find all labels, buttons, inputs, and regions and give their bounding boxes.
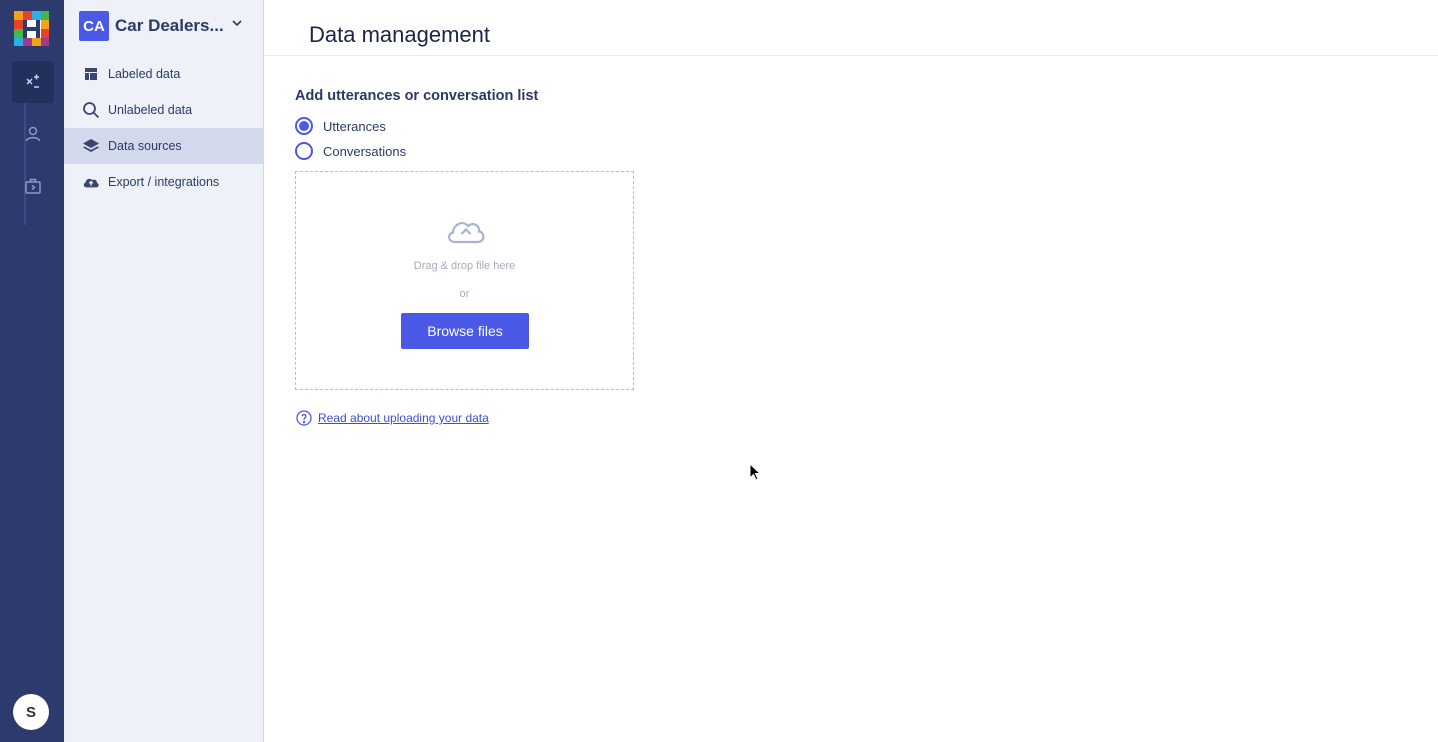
browse-files-button[interactable]: Browse files bbox=[401, 313, 529, 349]
briefcase-icon bbox=[25, 178, 41, 194]
page-header: Data management bbox=[264, 0, 1438, 56]
labeled-data-icon bbox=[85, 68, 97, 80]
hellohive-logo[interactable] bbox=[14, 11, 49, 46]
app-rail: S bbox=[0, 0, 64, 742]
users-rail-button[interactable] bbox=[12, 113, 54, 155]
project-sidebar: CA Car Dealers... Labeled data Unlabeled… bbox=[64, 0, 264, 742]
page-title: Data management bbox=[309, 22, 490, 47]
or-text: or bbox=[459, 288, 470, 300]
deploy-rail-button[interactable] bbox=[12, 165, 54, 207]
sidebar-nav: Labeled data Unlabeled data Data sources… bbox=[64, 56, 264, 200]
avatar-initial: S bbox=[25, 703, 36, 721]
cloud-upload-icon bbox=[448, 222, 485, 244]
sidebar-item-export-integrations[interactable]: Export / integrations bbox=[64, 164, 264, 200]
conversations-option[interactable]: Conversations bbox=[295, 142, 406, 160]
utterances-label: Utterances bbox=[323, 118, 386, 134]
user-icon bbox=[25, 126, 41, 142]
project-selector[interactable]: CA Car Dealers... bbox=[79, 11, 224, 41]
sidebar-item-data-sources[interactable]: Data sources bbox=[64, 128, 264, 164]
utterances-radio[interactable] bbox=[295, 117, 313, 135]
sidebar-item-unlabeled-data[interactable]: Unlabeled data bbox=[64, 92, 264, 128]
drag-drop-text: Drag & drop file here bbox=[413, 260, 516, 272]
automation-rail-button[interactable] bbox=[12, 61, 54, 103]
utterances-option[interactable]: Utterances bbox=[295, 117, 386, 135]
cloud-upload-icon bbox=[83, 178, 99, 188]
sidebar-item-labeled-data[interactable]: Labeled data bbox=[64, 56, 264, 92]
sidebar-item-label: Unlabeled data bbox=[108, 103, 193, 117]
sidebar-item-label: Export / integrations bbox=[108, 175, 220, 189]
help-link[interactable]: Read about uploading your data bbox=[318, 411, 489, 425]
layers-icon bbox=[83, 139, 99, 152]
chevron-down-icon[interactable] bbox=[232, 19, 242, 27]
conversations-label: Conversations bbox=[323, 143, 407, 159]
file-dropzone[interactable]: Drag & drop file here or Browse files bbox=[295, 171, 634, 390]
user-avatar[interactable]: S bbox=[13, 694, 49, 730]
radio-selected-dot bbox=[299, 121, 309, 131]
project-badge: CA bbox=[79, 11, 109, 41]
sidebar-item-label: Labeled data bbox=[108, 67, 181, 81]
help-link-row: Read about uploading your data bbox=[296, 410, 489, 426]
sidebar-item-label: Data sources bbox=[108, 139, 182, 153]
search-icon bbox=[83, 102, 100, 119]
project-name: Car Dealers... bbox=[115, 16, 224, 35]
help-icon bbox=[296, 410, 312, 426]
conversations-radio[interactable] bbox=[295, 142, 313, 160]
section-title: Add utterances or conversation list bbox=[295, 88, 539, 104]
mouse-cursor-icon bbox=[749, 463, 761, 481]
automation-icon bbox=[26, 74, 39, 88]
